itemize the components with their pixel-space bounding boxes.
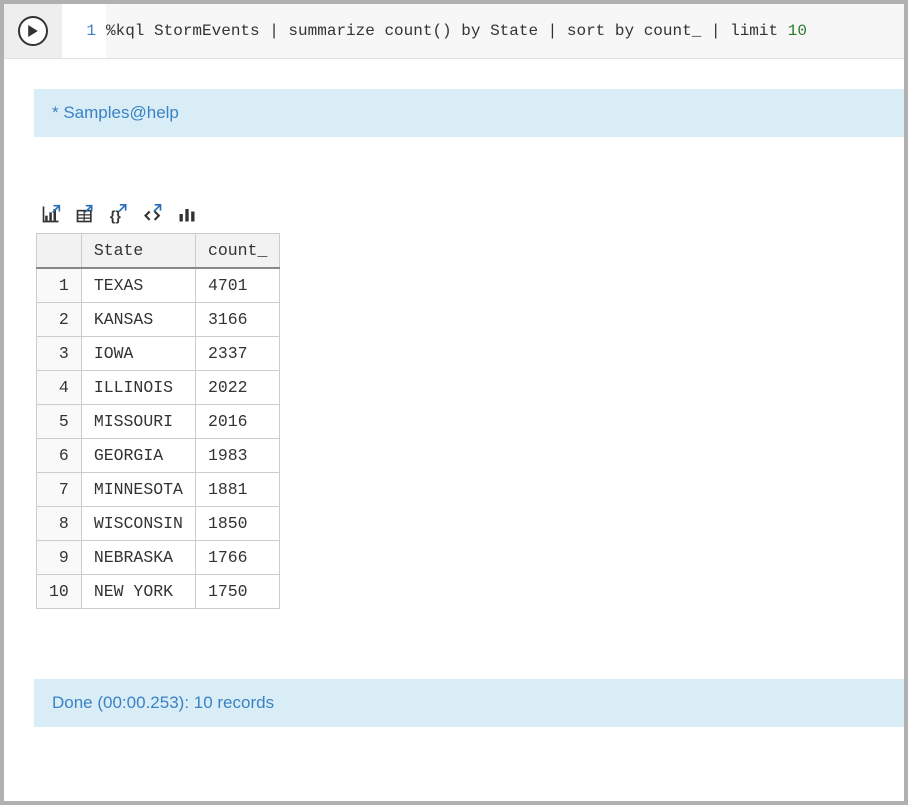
- export-table-button[interactable]: [74, 203, 96, 225]
- table-row: 6GEORGIA1983: [37, 439, 280, 473]
- table-header-index: [37, 234, 82, 269]
- cell-count: 1881: [195, 473, 279, 507]
- run-button[interactable]: [18, 16, 48, 46]
- row-index: 2: [37, 303, 82, 337]
- code-limit: 10: [788, 22, 807, 40]
- play-icon: [27, 25, 39, 37]
- cell-count: 2022: [195, 371, 279, 405]
- line-number: 1: [62, 4, 106, 40]
- table-row: 9NEBRASKA1766: [37, 541, 280, 575]
- row-index: 10: [37, 575, 82, 609]
- cell-count: 1766: [195, 541, 279, 575]
- cell-count: 1750: [195, 575, 279, 609]
- cell-count: 1850: [195, 507, 279, 541]
- table-row: 10NEW YORK1750: [37, 575, 280, 609]
- table-row: 4ILLINOIS2022: [37, 371, 280, 405]
- code-arrow-icon: [143, 204, 163, 224]
- row-index: 3: [37, 337, 82, 371]
- code-editor[interactable]: %kql StormEvents | summarize count() by …: [106, 4, 904, 58]
- result-table: State count_ 1TEXAS4701 2KANSAS3166 3IOW…: [36, 233, 280, 609]
- cell-count: 3166: [195, 303, 279, 337]
- cell-state: ILLINOIS: [81, 371, 195, 405]
- cell-state: IOWA: [81, 337, 195, 371]
- cell-count: 2337: [195, 337, 279, 371]
- cell-state: KANSAS: [81, 303, 195, 337]
- cell-state: NEBRASKA: [81, 541, 195, 575]
- cell-state: GEORGIA: [81, 439, 195, 473]
- table-row: 1TEXAS4701: [37, 268, 280, 303]
- cell-state: WISCONSIN: [81, 507, 195, 541]
- cell-state: MINNESOTA: [81, 473, 195, 507]
- table-header-count: count_: [195, 234, 279, 269]
- bar-chart-icon: [177, 204, 197, 224]
- row-index: 4: [37, 371, 82, 405]
- export-code-button[interactable]: [142, 203, 164, 225]
- row-index: 7: [37, 473, 82, 507]
- table-row: 8WISCONSIN1850: [37, 507, 280, 541]
- cell-count: 2016: [195, 405, 279, 439]
- table-row: 3IOWA2337: [37, 337, 280, 371]
- cell-state: TEXAS: [81, 268, 195, 303]
- chart-arrow-icon: [41, 204, 61, 224]
- row-index: 9: [37, 541, 82, 575]
- table-row: 7MINNESOTA1881: [37, 473, 280, 507]
- row-index: 6: [37, 439, 82, 473]
- table-row: 5MISSOURI2016: [37, 405, 280, 439]
- export-chart-button[interactable]: [40, 203, 62, 225]
- braces-arrow-icon: {}: [109, 204, 129, 224]
- chart-view-button[interactable]: [176, 203, 198, 225]
- table-row: 2KANSAS3166: [37, 303, 280, 337]
- cell-count: 4701: [195, 268, 279, 303]
- table-body: 1TEXAS4701 2KANSAS3166 3IOWA2337 4ILLINO…: [37, 268, 280, 609]
- row-index: 5: [37, 405, 82, 439]
- notebook: 1 %kql StormEvents | summarize count() b…: [4, 4, 904, 801]
- code-text: %kql StormEvents | summarize count() by …: [106, 22, 788, 40]
- cell-state: NEW YORK: [81, 575, 195, 609]
- cell-state: MISSOURI: [81, 405, 195, 439]
- export-json-button[interactable]: {}: [108, 203, 130, 225]
- output-area: * Samples@help: [4, 59, 904, 727]
- cell-count: 1983: [195, 439, 279, 473]
- result-toolbar: {}: [34, 197, 904, 233]
- row-index: 1: [37, 268, 82, 303]
- row-index: 8: [37, 507, 82, 541]
- code-cell: 1 %kql StormEvents | summarize count() b…: [4, 4, 904, 59]
- status-bar: Done (00:00.253): 10 records: [34, 679, 904, 727]
- table-arrow-icon: [75, 204, 95, 224]
- info-bar: * Samples@help: [34, 89, 904, 137]
- run-button-area: [4, 4, 62, 58]
- table-header-state: State: [81, 234, 195, 269]
